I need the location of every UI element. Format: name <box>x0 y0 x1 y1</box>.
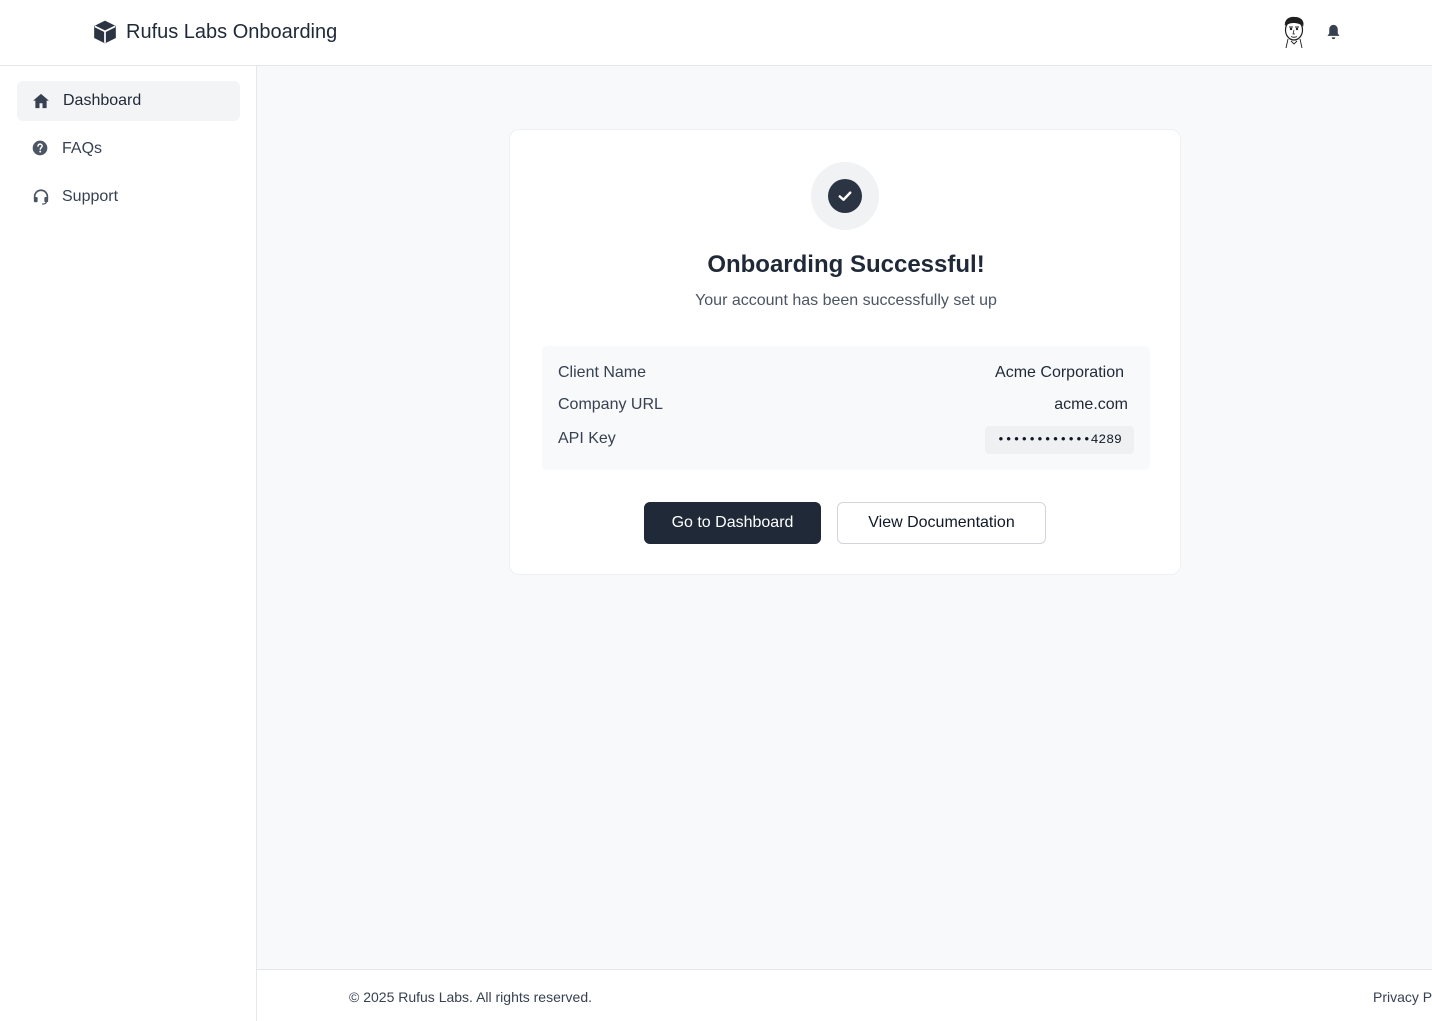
success-status <box>811 162 879 230</box>
company-url-value: acme.com <box>1054 396 1128 413</box>
top-header: Rufus Labs Onboarding <box>0 0 1432 66</box>
card-title: Onboarding Successful! <box>707 251 985 278</box>
go-to-dashboard-button[interactable]: Go to Dashboard <box>644 502 821 544</box>
sidebar: Dashboard FAQs Support <box>0 66 257 1021</box>
app-title: Rufus Labs Onboarding <box>126 20 338 43</box>
sidebar-item-label: Dashboard <box>63 92 142 109</box>
sidebar-item-faqs[interactable]: FAQs <box>17 129 240 169</box>
api-key-label: API Key <box>558 430 616 447</box>
home-icon <box>32 92 50 110</box>
footer: © 2025 Rufus Labs. All rights reserved. … <box>257 969 1432 1021</box>
cube-icon <box>92 19 118 45</box>
app-root: Rufus Labs Onboarding Dashboard FAQs Sup… <box>0 0 1432 1021</box>
copyright-text: © 2025 Rufus Labs. All rights reserved. <box>349 989 592 1005</box>
api-key-value[interactable]: ••••••••••••4289 <box>985 426 1134 454</box>
privacy-policy-link[interactable]: Privacy P <box>1373 989 1432 1005</box>
client-name-label: Client Name <box>558 364 647 381</box>
card-subtitle: Your account has been successfully set u… <box>695 292 997 309</box>
sidebar-item-support[interactable]: Support <box>17 177 240 217</box>
question-circle-icon <box>32 140 50 158</box>
sidebar-item-label: FAQs <box>62 140 103 157</box>
main-content: Onboarding Successful! Your account has … <box>257 66 1432 969</box>
sidebar-item-label: Support <box>62 188 119 205</box>
account-details: Client Name Acme Corporation Company URL… <box>542 346 1150 470</box>
client-name-value: Acme Corporation <box>995 364 1124 381</box>
sidebar-item-dashboard[interactable]: Dashboard <box>17 81 240 121</box>
onboarding-success-card: Onboarding Successful! Your account has … <box>509 129 1181 575</box>
company-url-label: Company URL <box>558 396 663 413</box>
brand[interactable]: Rufus Labs Onboarding <box>92 19 337 45</box>
check-circle-icon <box>828 179 862 213</box>
bell-icon[interactable] <box>1325 23 1342 41</box>
headset-icon <box>32 188 50 206</box>
view-documentation-button[interactable]: View Documentation <box>837 502 1046 544</box>
user-avatar[interactable] <box>1278 15 1310 49</box>
